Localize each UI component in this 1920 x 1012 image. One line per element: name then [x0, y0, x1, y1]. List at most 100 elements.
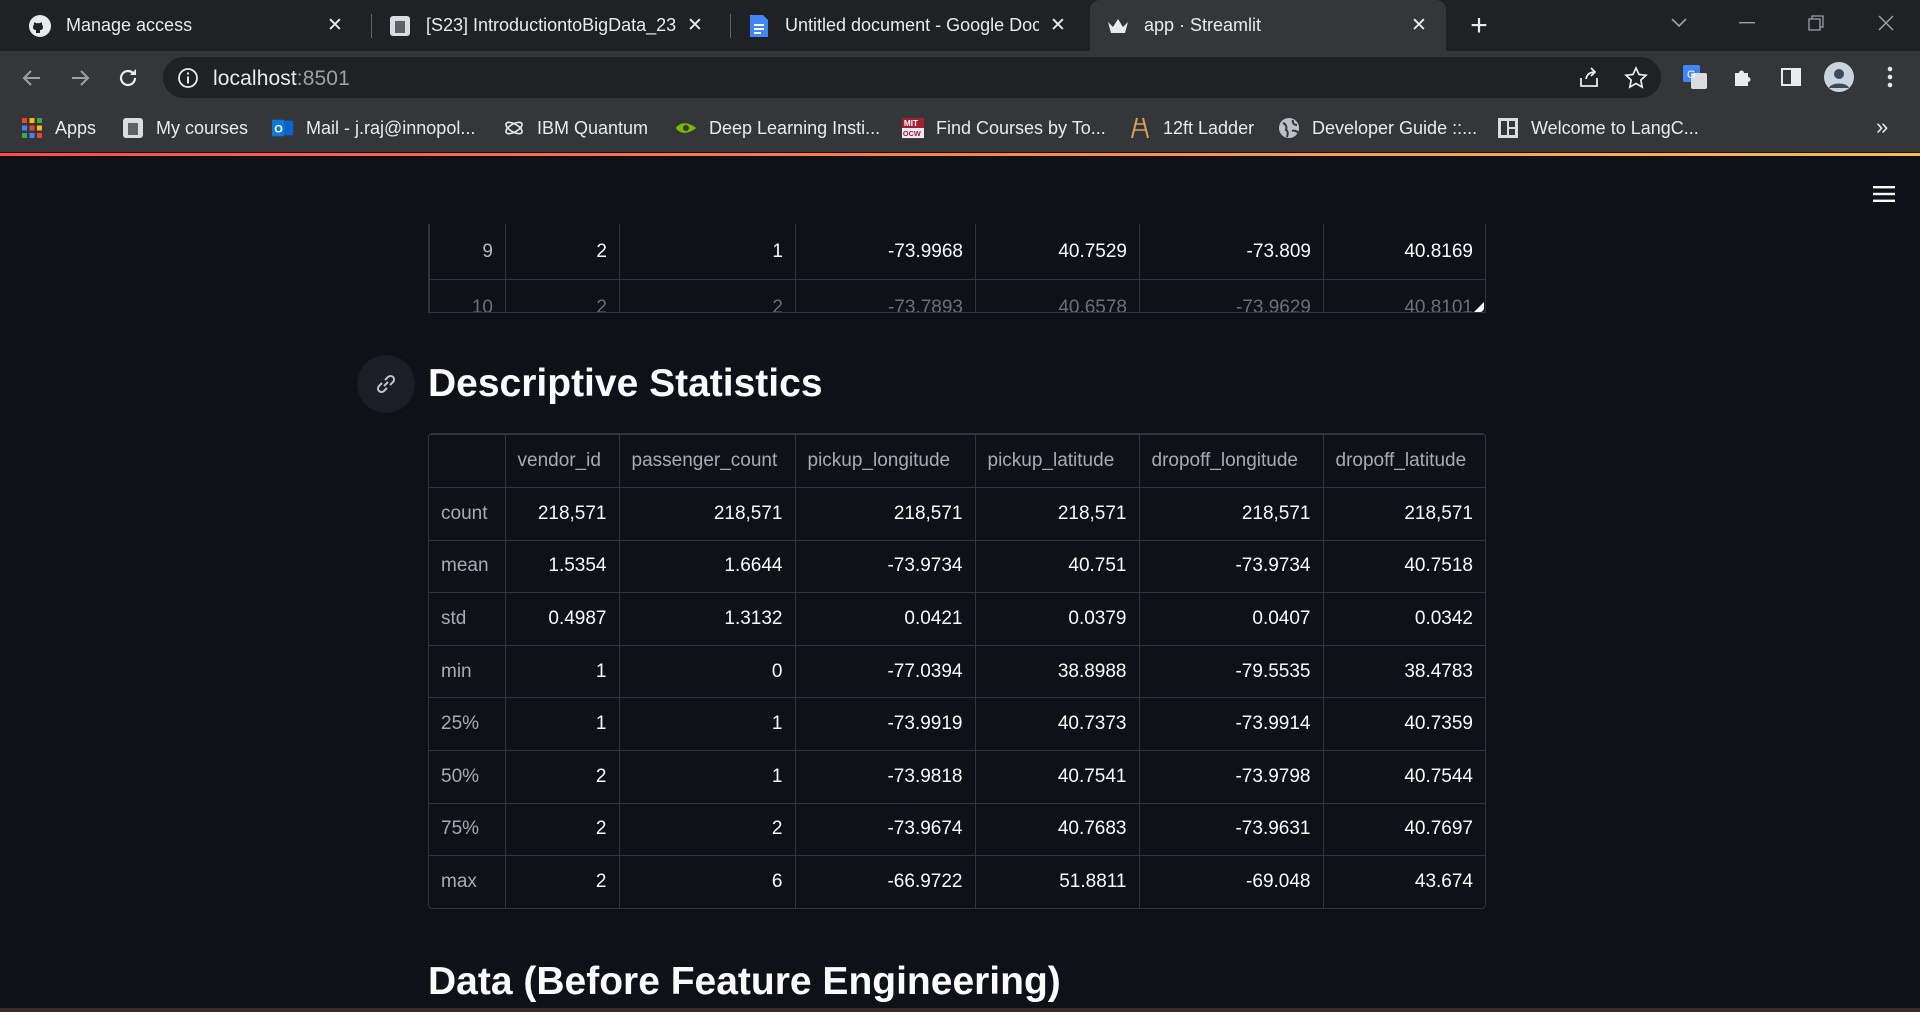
table-cell[interactable]: 40.8101 [1323, 279, 1485, 312]
table-cell[interactable]: 218,571 [974, 487, 1140, 541]
table-cell[interactable]: 1.6644 [618, 539, 796, 594]
table-cell[interactable]: -73.9798 [1138, 749, 1324, 804]
close-icon[interactable]: ✕ [324, 15, 346, 37]
table-cell[interactable]: 0.0421 [794, 592, 976, 646]
new-tab-button[interactable]: + [1463, 9, 1495, 42]
bookmark-find-courses[interactable]: MIT OCW Find Courses by To... [902, 114, 1106, 142]
window-close-icon[interactable] [1866, 8, 1906, 38]
address-bar[interactable]: localhost:8501 [163, 57, 1661, 98]
minimize-icon[interactable] [1727, 8, 1767, 38]
close-icon[interactable]: ✕ [684, 15, 706, 37]
table-cell[interactable]: 2 [504, 855, 620, 909]
bookmark-my-courses[interactable]: My courses [122, 114, 248, 142]
column-header[interactable]: pickup_latitude [974, 434, 1140, 488]
table-cell[interactable]: 40.7683 [974, 802, 1140, 857]
table-cell[interactable]: 1 [504, 697, 620, 751]
table-cell[interactable]: 218,571 [1322, 487, 1485, 541]
extensions-puzzle-icon[interactable] [1729, 63, 1757, 91]
table-cell[interactable]: -73.9674 [794, 802, 976, 857]
descriptive-statistics-table[interactable]: vendor_id passenger_count pickup_longitu… [428, 433, 1486, 910]
table-cell[interactable]: -77.0394 [794, 644, 976, 699]
table-cell[interactable]: -66.9722 [794, 855, 976, 909]
site-info-icon[interactable] [177, 67, 199, 89]
table-cell[interactable]: 0.4987 [504, 592, 620, 646]
table-cell[interactable]: 2 [504, 749, 620, 804]
reload-button[interactable] [113, 63, 143, 93]
table-cell[interactable]: 40.6578 [975, 279, 1140, 312]
row-label[interactable]: 25% [429, 697, 506, 751]
table-cell[interactable]: 40.7541 [974, 749, 1140, 804]
tab-google-docs[interactable]: Untitled document - Google Doc ✕ [731, 0, 1085, 51]
forward-button[interactable] [65, 63, 95, 93]
table-cell[interactable]: -73.9914 [1138, 697, 1324, 751]
bookmark-apps[interactable]: Apps [21, 114, 96, 142]
row-label[interactable]: mean [429, 539, 506, 594]
row-label[interactable]: max [429, 855, 506, 909]
restore-icon[interactable] [1796, 8, 1836, 38]
table-cell[interactable]: 218,571 [1138, 487, 1324, 541]
google-translate-icon[interactable]: G [1681, 63, 1709, 91]
table-cell[interactable]: 1 [618, 697, 796, 751]
main-menu-button[interactable] [1870, 180, 1898, 208]
table-cell[interactable]: 218,571 [504, 487, 620, 541]
table-cell[interactable]: 40.7518 [1322, 539, 1485, 594]
bookmark-mail[interactable]: O Mail - j.raj@innopol... [272, 114, 475, 142]
table-cell[interactable]: 1 [504, 644, 620, 699]
column-header[interactable]: vendor_id [504, 434, 620, 488]
column-header[interactable]: dropoff_longitude [1138, 434, 1324, 488]
more-menu-icon[interactable] [1876, 63, 1904, 91]
side-panel-icon[interactable] [1777, 63, 1805, 91]
table-cell[interactable]: 0.0407 [1138, 592, 1324, 646]
table-cell[interactable]: 2 [505, 279, 620, 312]
dataframe-preview[interactable]: 9 2 1 -73.9968 40.7529 -73.809 40.8169 1… [428, 224, 1486, 313]
table-cell[interactable]: -79.5535 [1138, 644, 1324, 699]
row-label[interactable]: std [429, 592, 506, 646]
bookmark-star-icon[interactable] [1623, 65, 1649, 91]
table-cell[interactable]: -73.7893 [795, 279, 976, 312]
table-cell[interactable]: 1 [618, 749, 796, 804]
table-cell[interactable]: 51.8811 [974, 855, 1140, 909]
bookmarks-overflow-button[interactable]: » [1876, 114, 1888, 140]
table-cell[interactable]: 0.0342 [1322, 592, 1485, 646]
column-header-index[interactable] [429, 434, 506, 488]
tab-streamlit-app[interactable]: app · Streamlit ✕ [1090, 0, 1446, 51]
table-cell[interactable]: 218,571 [794, 487, 976, 541]
table-cell[interactable]: -69.048 [1138, 855, 1324, 909]
table-cell[interactable]: 38.8988 [974, 644, 1140, 699]
table-cell[interactable]: 1.3132 [618, 592, 796, 646]
table-cell[interactable]: 218,571 [618, 487, 796, 541]
table-cell[interactable]: 43.674 [1322, 855, 1485, 909]
tab-manage-access[interactable]: Manage access ✕ [12, 0, 362, 51]
close-icon[interactable]: ✕ [1408, 15, 1430, 37]
table-cell[interactable]: -73.9629 [1139, 279, 1324, 312]
close-icon[interactable]: ✕ [1047, 15, 1069, 37]
table-cell[interactable]: 40.7373 [974, 697, 1140, 751]
table-cell[interactable]: 2 [505, 224, 620, 280]
table-cell[interactable]: -73.9968 [795, 224, 976, 280]
column-header[interactable]: passenger_count [618, 434, 796, 488]
table-cell[interactable]: 40.7544 [1322, 749, 1485, 804]
table-cell[interactable]: -73.9734 [1138, 539, 1324, 594]
column-header[interactable]: pickup_longitude [794, 434, 976, 488]
tab-search-icon[interactable] [1659, 8, 1699, 38]
table-cell[interactable]: 38.4783 [1322, 644, 1485, 699]
heading-anchor-link[interactable] [357, 355, 415, 413]
column-header[interactable]: dropoff_latitude [1322, 434, 1485, 488]
table-cell[interactable]: -73.9631 [1138, 802, 1324, 857]
table-cell[interactable]: 1 [619, 224, 796, 280]
row-label[interactable]: count [429, 487, 506, 541]
bookmark-langchain[interactable]: Welcome to LangC... [1497, 114, 1699, 142]
table-cell[interactable]: 2 [504, 802, 620, 857]
table-cell[interactable]: 2 [618, 802, 796, 857]
row-label[interactable]: 50% [429, 749, 506, 804]
table-cell[interactable]: 40.7529 [975, 224, 1140, 280]
profile-avatar[interactable] [1823, 61, 1855, 93]
table-cell[interactable]: 2 [619, 279, 796, 312]
table-cell[interactable]: 0.0379 [974, 592, 1140, 646]
url-text[interactable]: localhost:8501 [213, 67, 350, 91]
tab-big-data[interactable]: [S23] IntroductiontoBigData_23: I ✕ [372, 0, 722, 51]
table-cell[interactable]: 40.7359 [1322, 697, 1485, 751]
bookmark-deep-learning[interactable]: Deep Learning Insti... [675, 114, 880, 142]
table-cell[interactable]: 0 [618, 644, 796, 699]
share-icon[interactable] [1576, 65, 1602, 91]
